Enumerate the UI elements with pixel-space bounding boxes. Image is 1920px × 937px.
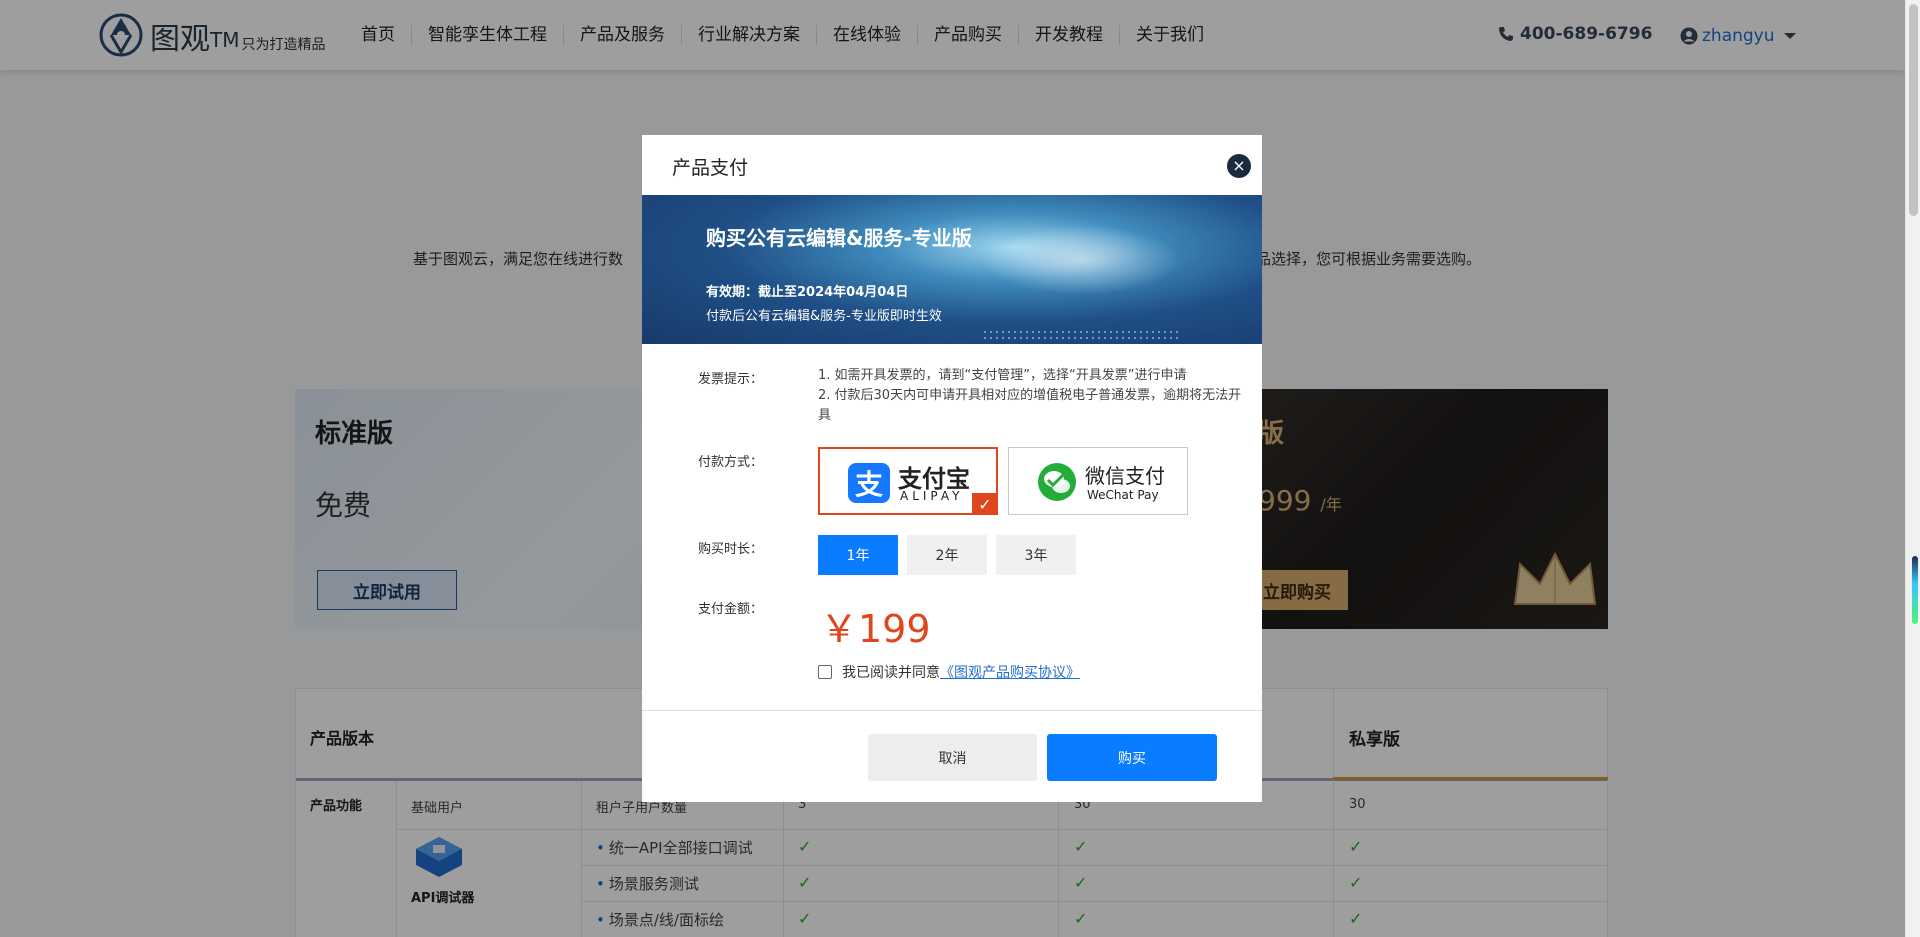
payment-method-label: 付款方式： [698,455,764,470]
agreement-text: 我已阅读并同意 [842,665,940,681]
payment-amount: ￥199 [820,607,931,651]
banner-glow [982,225,1182,295]
alipay-option[interactable]: 支 支付宝 ALIPAY ✓ [818,447,998,515]
duration-2-years[interactable]: 2年 [907,535,987,575]
agreement-row: 我已阅读并同意 《图观产品购买协议》 [818,662,1080,682]
close-icon[interactable]: × [1227,154,1251,178]
agreement-checkbox[interactable] [818,665,832,679]
banner-effect-note: 付款后公有云编辑&服务-专业版即时生效 [706,309,942,324]
wechat-icon [1038,463,1076,501]
alipay-name-en: ALIPAY [900,489,964,503]
duration-1-year[interactable]: 1年 [818,535,898,575]
alipay-icon: 支 [848,463,890,503]
cancel-button[interactable]: 取消 [868,734,1037,781]
banner-dot-pattern [982,329,1182,339]
dialog-divider [642,710,1262,711]
banner-validity: 有效期：截止至2024年04月04日 [706,285,909,300]
dialog-title: 产品支付 [672,157,749,179]
invoice-label: 发票提示： [698,372,764,387]
scroll-indicator [1912,556,1918,624]
duration-3-years[interactable]: 3年 [996,535,1076,575]
banner-product-title: 购买公有云编辑&服务-专业版 [706,226,972,250]
purchase-button[interactable]: 购买 [1047,734,1217,781]
invoice-notes: 1. 如需开具发票的，请到“支付管理”，选择“开具发票”进行申请 2. 付款后3… [818,366,1248,426]
payment-dialog: 产品支付 × 购买公有云编辑&服务-专业版 有效期：截止至2024年04月04日… [642,135,1262,802]
selected-check-icon: ✓ [972,493,998,515]
page-scrollbar[interactable] [1905,0,1920,937]
wechat-pay-option[interactable]: 微信支付 WeChat Pay [1008,447,1188,515]
product-banner: 购买公有云编辑&服务-专业版 有效期：截止至2024年04月04日 付款后公有云… [642,195,1262,344]
agreement-link[interactable]: 《图观产品购买协议》 [940,662,1080,682]
wechat-pay-name: 微信支付 [1085,464,1165,488]
invoice-note-2: 2. 付款后30天内可申请开具相对应的增值税电子普通发票，逾期将无法开具 [818,388,1242,423]
duration-label: 购买时长： [698,542,764,557]
scroll-thumb[interactable] [1909,4,1918,216]
amount-label: 支付金额： [698,602,764,617]
invoice-note-1: 1. 如需开具发票的，请到“支付管理”，选择“开具发票”进行申请 [818,368,1187,383]
wechat-pay-name-en: WeChat Pay [1087,488,1159,502]
